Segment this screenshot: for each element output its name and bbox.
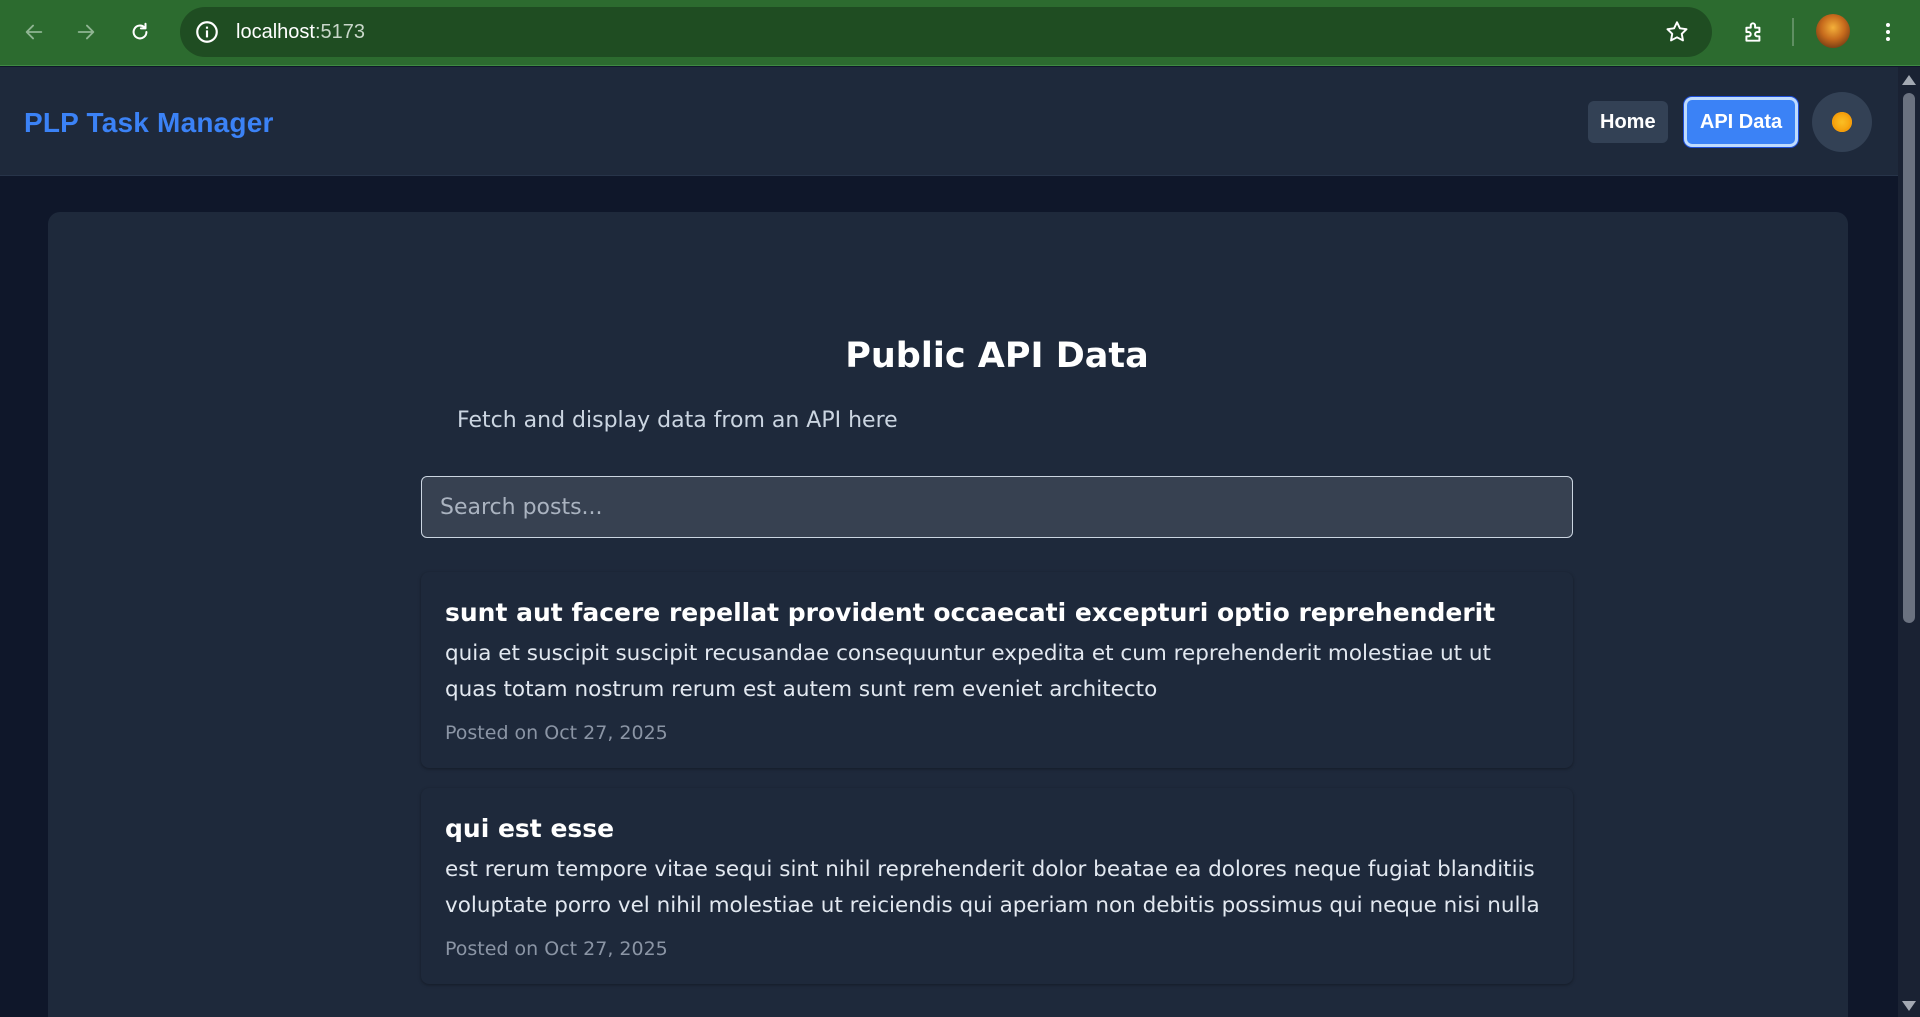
nav-api-data-button[interactable]: API Data	[1684, 97, 1798, 147]
url-port: :5173	[314, 21, 365, 43]
back-arrow-icon	[25, 24, 43, 40]
back-button[interactable]	[16, 14, 52, 50]
scrollbar-thumb[interactable]	[1903, 93, 1915, 623]
sun-icon	[1832, 112, 1852, 132]
site-info-icon[interactable]	[194, 19, 220, 45]
address-bar[interactable]: localhost:5173	[180, 7, 1712, 57]
post-card: sunt aut facere repellat provident occae…	[421, 572, 1573, 768]
extensions-icon	[1745, 22, 1761, 42]
browser-toolbar: localhost:5173	[0, 0, 1920, 66]
url-host: localhost	[236, 21, 315, 43]
post-date: Posted on Oct 27, 2025	[445, 938, 668, 960]
page-scrollbar[interactable]	[1898, 67, 1920, 1017]
page-title: Public API Data	[845, 336, 1149, 376]
forward-button[interactable]	[68, 14, 104, 50]
more-menu-button[interactable]	[1870, 14, 1906, 50]
theme-toggle-button[interactable]	[1812, 92, 1872, 152]
post-card: qui est esse est rerum tempore vitae seq…	[421, 788, 1573, 984]
search-input[interactable]	[421, 476, 1573, 538]
forward-arrow-icon	[77, 24, 95, 40]
url-text: localhost:5173	[236, 21, 365, 44]
app-header: PLP Task Manager Home API Data	[0, 67, 1898, 176]
brand-title[interactable]: PLP Task Manager	[24, 107, 274, 139]
post-title: qui est esse	[445, 814, 615, 843]
scroll-up-arrow-icon[interactable]	[1902, 75, 1916, 85]
page-subtitle: Fetch and display data from an API here	[457, 408, 898, 433]
bookmark-star-icon[interactable]	[1664, 19, 1690, 45]
profile-avatar[interactable]	[1816, 14, 1850, 48]
post-date: Posted on Oct 27, 2025	[445, 722, 668, 744]
reload-button[interactable]	[122, 14, 158, 50]
post-body: est rerum tempore vitae sequi sint nihil…	[445, 857, 1540, 918]
main-panel: Public API Data Fetch and display data f…	[48, 212, 1848, 1017]
post-title: sunt aut facere repellat provident occae…	[445, 598, 1496, 627]
post-body: quia et suscipit suscipit recusandae con…	[445, 641, 1491, 702]
reload-icon	[132, 22, 148, 40]
more-menu-icon	[1886, 23, 1890, 41]
extensions-button[interactable]	[1736, 14, 1772, 50]
toolbar-divider	[1792, 18, 1794, 46]
scroll-down-arrow-icon[interactable]	[1902, 1001, 1916, 1011]
nav-home-button[interactable]: Home	[1588, 101, 1668, 143]
